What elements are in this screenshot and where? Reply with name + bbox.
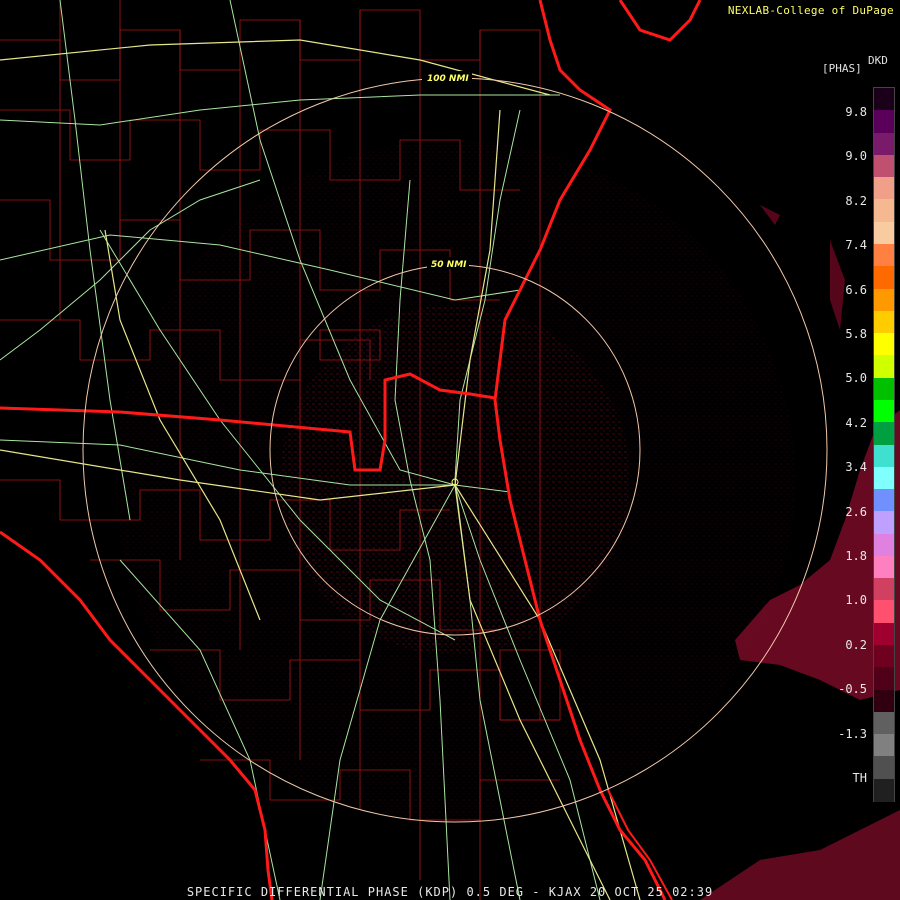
color-scale-segment xyxy=(874,288,894,312)
color-scale-segment xyxy=(874,243,894,267)
color-scale-segment xyxy=(874,555,894,579)
color-scale-segment xyxy=(874,399,894,423)
color-scale-segment xyxy=(874,622,894,646)
color-scale-tick-label: 8.2 xyxy=(845,193,867,208)
color-scale-tick-label: 2.6 xyxy=(845,504,867,519)
color-scale-tick-label: 1.8 xyxy=(845,549,867,563)
color-scale-segment xyxy=(874,734,894,757)
color-scale-segment xyxy=(874,645,894,668)
range-label-100: 100 NMI xyxy=(427,74,469,84)
color-scale-tick-label: 4.2 xyxy=(845,415,867,430)
color-scale-segment xyxy=(874,177,894,200)
color-scale-segment xyxy=(874,422,894,445)
radar-map: 100 NMI 50 NMI xyxy=(0,0,900,900)
radar-echoes xyxy=(115,140,900,900)
color-scale-tick-label: -1.3 xyxy=(838,726,867,741)
color-scale-tick-label: 1.0 xyxy=(845,593,867,608)
color-scale-bar xyxy=(873,87,895,802)
color-scale-segment xyxy=(874,355,894,379)
product-footer: SPECIFIC DIFFERENTIAL PHASE (KDP) 0.5 DE… xyxy=(186,885,714,899)
color-scale-segment xyxy=(874,333,894,356)
range-label-50: 50 NMI xyxy=(431,260,467,270)
credit-label: NEXLAB-College of DuPage xyxy=(727,4,894,17)
color-scale-segment xyxy=(874,266,894,290)
color-scale-tick-label: 6.6 xyxy=(845,282,867,297)
color-scale-segment xyxy=(874,199,894,223)
color-scale-segment xyxy=(874,778,894,802)
color-scale-tick-label: 7.4 xyxy=(845,238,867,253)
color-scale-segment xyxy=(874,132,894,156)
legend-unit: [PHAS] xyxy=(822,62,862,75)
color-scale-segment xyxy=(874,489,894,512)
color-scale-segment xyxy=(874,377,894,401)
color-scale-tick-label: TH xyxy=(852,771,867,785)
color-scale-segment xyxy=(874,756,894,780)
color-scale-tick-label: 3.4 xyxy=(845,460,867,475)
color-scale-segment xyxy=(874,88,894,111)
color-scale-segment xyxy=(874,221,894,245)
color-scale-segment xyxy=(874,533,894,557)
color-scale-segment xyxy=(874,110,894,134)
color-scale-tick-label: 5.8 xyxy=(845,327,867,341)
color-scale-tick-label: 9.0 xyxy=(845,149,867,164)
color-scale-tick-label: 9.8 xyxy=(845,105,867,119)
color-scale-segment xyxy=(874,689,894,713)
color-scale-segment xyxy=(874,444,894,468)
color-scale-segment xyxy=(874,667,894,691)
color-scale-tick-label: -0.5 xyxy=(838,682,867,697)
legend-product-code: DKD xyxy=(868,54,888,67)
color-scale-segment xyxy=(874,511,894,535)
color-scale-segment xyxy=(874,711,894,735)
color-scale-segment xyxy=(874,154,894,178)
color-scale-segment xyxy=(874,578,894,601)
color-scale-tick-label: 0.2 xyxy=(845,637,867,652)
color-scale-tick-label: 5.0 xyxy=(845,371,867,386)
color-scale-segment xyxy=(874,600,894,624)
color-scale-segment xyxy=(874,466,894,490)
color-scale-segment xyxy=(874,310,894,334)
